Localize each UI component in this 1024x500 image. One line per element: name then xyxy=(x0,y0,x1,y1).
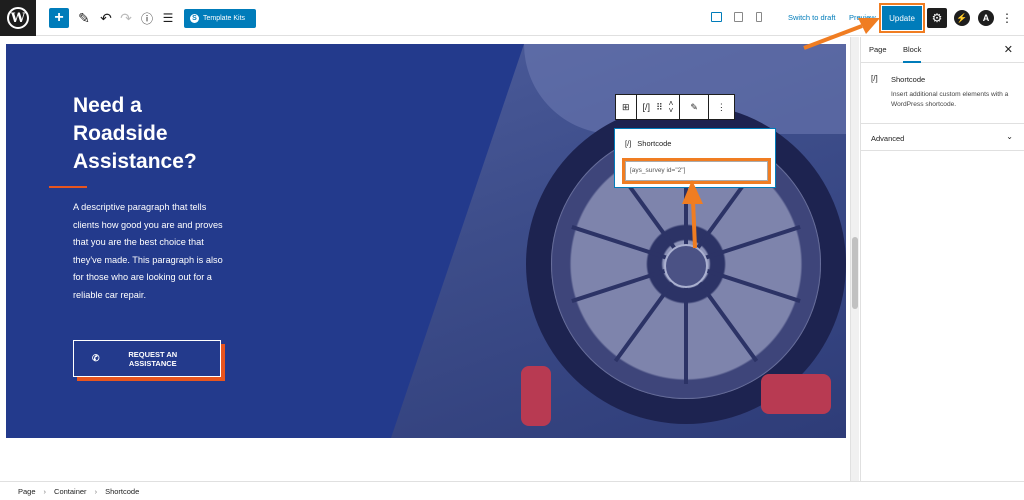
phone-icon: ✆ xyxy=(92,353,100,363)
shortcode-block[interactable]: [/] Shortcode [ays_survey id="2"] xyxy=(614,128,776,188)
settings-gear-icon[interactable]: ⚙ xyxy=(927,8,947,28)
desktop-preview-icon[interactable] xyxy=(711,12,722,22)
astra-icon[interactable]: A xyxy=(978,10,994,26)
headline-line: Assistance? xyxy=(73,150,197,173)
pin-icon[interactable]: ✎ xyxy=(690,102,698,113)
breadcrumb-item-shortcode[interactable]: Shortcode xyxy=(105,487,139,496)
add-block-button[interactable]: + xyxy=(49,8,69,28)
jetpack-bolt-icon[interactable]: ⚡ xyxy=(954,10,970,26)
shortcode-input[interactable]: [ays_survey id="2"] xyxy=(622,158,771,184)
cta-label-line: ASSISTANCE xyxy=(128,358,177,368)
template-kits-button[interactable]: S Template Kits xyxy=(184,9,256,28)
tab-block[interactable]: Block xyxy=(903,45,922,63)
update-button[interactable]: Update xyxy=(879,3,925,33)
parent-block-icon: ⊞ xyxy=(622,101,630,112)
canvas-scrollbar[interactable] xyxy=(850,37,859,481)
headline-line: Need a xyxy=(73,94,142,117)
block-editor: W + ✎ ↶ ↷ ⓘ ☰ S Template Kits Switch to … xyxy=(0,0,1024,500)
red-clamp xyxy=(761,374,831,414)
advanced-panel-toggle[interactable]: Advanced ⌄ xyxy=(861,123,1024,151)
switch-to-draft-link[interactable]: Switch to draft xyxy=(788,13,836,22)
advanced-panel-title: Advanced xyxy=(871,134,905,143)
block-card-title: Shortcode xyxy=(891,75,926,84)
breadcrumb-item-container[interactable]: Container xyxy=(54,487,87,496)
drag-handle-icon[interactable]: ⠿ xyxy=(656,102,663,113)
hero-paragraph: A descriptive paragraph that tells clien… xyxy=(73,202,223,300)
preview-link[interactable]: Preview xyxy=(849,13,876,22)
settings-sidebar: Page Block ✕ [/] Shortcode Insert additi… xyxy=(860,37,1024,481)
block-type-group: [/] ⠿ ˄ ˅ xyxy=(637,95,681,119)
breadcrumb-separator: › xyxy=(43,486,47,496)
block-toolbar: ⊞ [/] ⠿ ˄ ˅ ✎ ⋮ xyxy=(615,94,735,120)
wordpress-logo-button[interactable]: W xyxy=(0,0,36,36)
pin-group: ✎ xyxy=(680,95,709,119)
shortcode-icon: [/] xyxy=(625,139,632,148)
details-info-icon[interactable]: ⓘ xyxy=(139,8,155,28)
tablet-preview-icon[interactable] xyxy=(734,12,743,22)
more-options-icon[interactable]: ⋮ xyxy=(1000,8,1014,28)
template-kits-label: Template Kits xyxy=(203,15,246,22)
tab-page[interactable]: Page xyxy=(869,45,887,54)
editor-top-toolbar: W + ✎ ↶ ↷ ⓘ ☰ S Template Kits Switch to … xyxy=(0,0,1024,36)
undo-icon[interactable]: ↶ xyxy=(98,8,114,28)
breadcrumb-separator: › xyxy=(94,486,98,496)
hero-headline: Need a Roadside Assistance? xyxy=(73,92,253,176)
parent-block-selector[interactable]: ⊞ xyxy=(616,95,637,119)
move-up-down-icon[interactable]: ˄ ˅ xyxy=(669,100,674,115)
breadcrumb: Page › Container › Shortcode xyxy=(0,481,1024,500)
headline-line: Roadside xyxy=(73,122,168,145)
cta-label: REQUEST AN ASSISTANCE xyxy=(100,350,220,368)
list-view-icon[interactable]: ☰ xyxy=(160,8,176,28)
close-icon[interactable]: ✕ xyxy=(1004,43,1013,56)
scrollbar-thumb[interactable] xyxy=(852,237,858,309)
tools-pencil-icon[interactable]: ✎ xyxy=(76,8,92,28)
shortcode-block-header: [/] Shortcode xyxy=(625,139,671,148)
wordpress-icon: W xyxy=(7,7,29,29)
breadcrumb-item-page[interactable]: Page xyxy=(18,487,36,496)
block-options-group: ⋮ xyxy=(709,95,734,119)
red-clamp xyxy=(521,366,551,426)
shortcode-icon: [/] xyxy=(871,74,878,83)
mobile-preview-icon[interactable] xyxy=(756,12,762,22)
template-kits-icon: S xyxy=(190,14,199,23)
shortcode-icon[interactable]: [/] xyxy=(643,102,651,112)
sidebar-tabs: Page Block ✕ xyxy=(861,37,1024,63)
cta-label-line: REQUEST AN xyxy=(128,349,178,359)
accent-divider xyxy=(49,186,87,188)
shortcode-block-title: Shortcode xyxy=(637,139,672,148)
wheel-hub xyxy=(664,244,708,288)
chevron-down-icon: ⌄ xyxy=(1006,132,1013,141)
block-options-icon[interactable]: ⋮ xyxy=(717,102,726,113)
redo-icon[interactable]: ↷ xyxy=(118,8,134,28)
request-assistance-button[interactable]: ✆ REQUEST AN ASSISTANCE xyxy=(73,340,221,377)
block-card-description: Insert additional custom elements with a… xyxy=(891,91,1009,108)
